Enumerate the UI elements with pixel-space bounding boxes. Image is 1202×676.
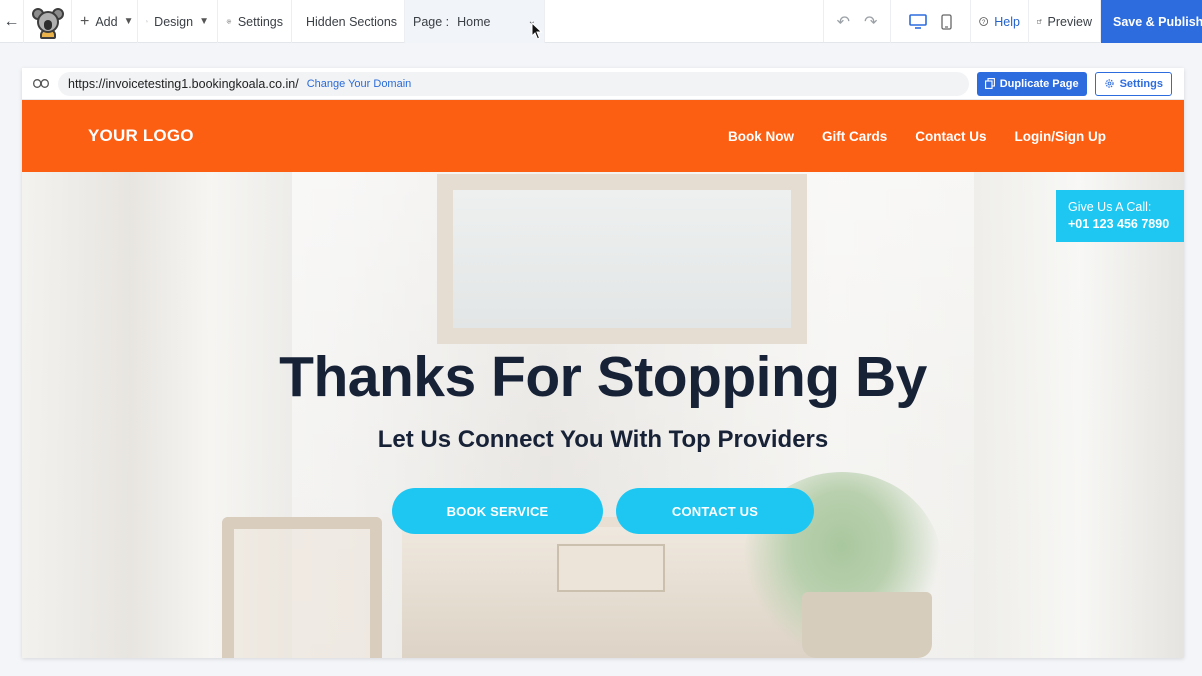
editor-canvas: https://invoicetesting1.bookingkoala.co.… <box>22 68 1184 658</box>
book-service-button[interactable]: BOOK SERVICE <box>392 488 603 534</box>
gear-icon <box>1104 79 1114 88</box>
nav-login-signup[interactable]: Login/Sign Up <box>1015 129 1106 144</box>
history-controls: ↶ ↷ <box>824 0 891 43</box>
nav-gift-cards[interactable]: Gift Cards <box>822 129 887 144</box>
mouse-cursor <box>531 22 543 40</box>
hero-background-curtain <box>974 172 1184 658</box>
back-button[interactable]: ← <box>0 0 24 43</box>
nav-book-now[interactable]: Book Now <box>728 129 794 144</box>
help-label: Help <box>994 14 1020 29</box>
call-number[interactable]: +01 123 456 7890 <box>1068 216 1172 233</box>
settings-label: Settings <box>237 14 283 29</box>
gear-icon <box>226 19 232 24</box>
publish-label: Save & Publish <box>1113 14 1202 29</box>
help-circle-icon: ? <box>979 17 989 26</box>
page-prefix: Page : <box>413 14 450 29</box>
hero-section[interactable]: Give Us A Call: +01 123 456 7890 Thanks … <box>22 172 1184 658</box>
preview-button[interactable]: Preview <box>1029 0 1101 43</box>
hidden-sections-button[interactable]: Hidden Sections <box>292 0 405 43</box>
toolbar-spacer <box>545 0 824 42</box>
hero-title: Thanks For Stopping By <box>279 345 927 409</box>
page-select-label: Page : Home <box>413 15 490 29</box>
editor-toolbar: ← + Add ▼ Design ▼ Settings Hidden Secti… <box>0 0 1202 43</box>
hero-background-drawer <box>557 544 665 592</box>
hidden-sections-label: Hidden Sections <box>306 14 398 29</box>
nav-contact-us[interactable]: Contact Us <box>915 129 986 144</box>
add-label: Add <box>95 14 118 29</box>
page-settings-button[interactable]: Settings <box>1094 71 1172 96</box>
domain-bar: https://invoicetesting1.bookingkoala.co.… <box>22 68 1184 100</box>
settings-button[interactable]: Settings <box>218 0 292 43</box>
duplicate-page-button[interactable]: Duplicate Page <box>976 71 1087 96</box>
call-us-box[interactable]: Give Us A Call: +01 123 456 7890 <box>1056 190 1184 242</box>
page-selector[interactable]: Page : Home ⌄ <box>405 0 545 43</box>
hero-background-basket <box>802 592 932 658</box>
preview-label: Preview <box>1047 14 1092 29</box>
desktop-icon[interactable] <box>909 14 927 29</box>
plus-icon: + <box>80 12 90 30</box>
site-url: https://invoicetesting1.bookingkoala.co.… <box>68 76 299 91</box>
external-link-icon <box>1037 19 1042 24</box>
page-value: Home <box>457 14 491 29</box>
site-header[interactable]: YOUR LOGO Book Now Gift Cards Contact Us… <box>22 100 1184 172</box>
app-logo[interactable] <box>24 0 72 43</box>
device-preview-toggle <box>891 0 971 43</box>
hero-subtitle: Let Us Connect You With Top Providers <box>377 426 829 453</box>
mobile-icon[interactable] <box>941 13 952 30</box>
copy-icon <box>984 78 995 89</box>
chevron-down-icon: ▼ <box>199 16 209 27</box>
design-label: Design <box>154 14 194 29</box>
back-arrow-icon: ← <box>3 12 20 30</box>
hero-background-chair <box>222 517 382 658</box>
redo-icon[interactable]: ↷ <box>864 12 877 32</box>
design-tools-icon <box>146 20 148 23</box>
change-domain-link[interactable]: Change Your Domain <box>307 78 412 90</box>
link-icon <box>32 79 50 88</box>
koala-logo <box>31 5 65 39</box>
undo-icon[interactable]: ↶ <box>837 12 850 32</box>
hero-background-mirror <box>437 174 807 344</box>
save-publish-button[interactable]: Save & Publish <box>1101 0 1202 43</box>
page-settings-label: Settings <box>1119 77 1163 90</box>
site-nav: Book Now Gift Cards Contact Us Login/Sig… <box>728 129 1106 144</box>
design-menu-button[interactable]: Design ▼ <box>138 0 218 43</box>
site-url-field: https://invoicetesting1.bookingkoala.co.… <box>58 71 969 96</box>
add-menu-button[interactable]: + Add ▼ <box>72 0 138 43</box>
chevron-down-icon: ▼ <box>123 16 134 27</box>
help-button[interactable]: ? Help <box>971 0 1029 43</box>
duplicate-page-label: Duplicate Page <box>999 77 1079 90</box>
site-logo[interactable]: YOUR LOGO <box>88 126 194 146</box>
contact-us-button[interactable]: CONTACT US <box>616 488 814 534</box>
call-label: Give Us A Call: <box>1068 200 1152 214</box>
